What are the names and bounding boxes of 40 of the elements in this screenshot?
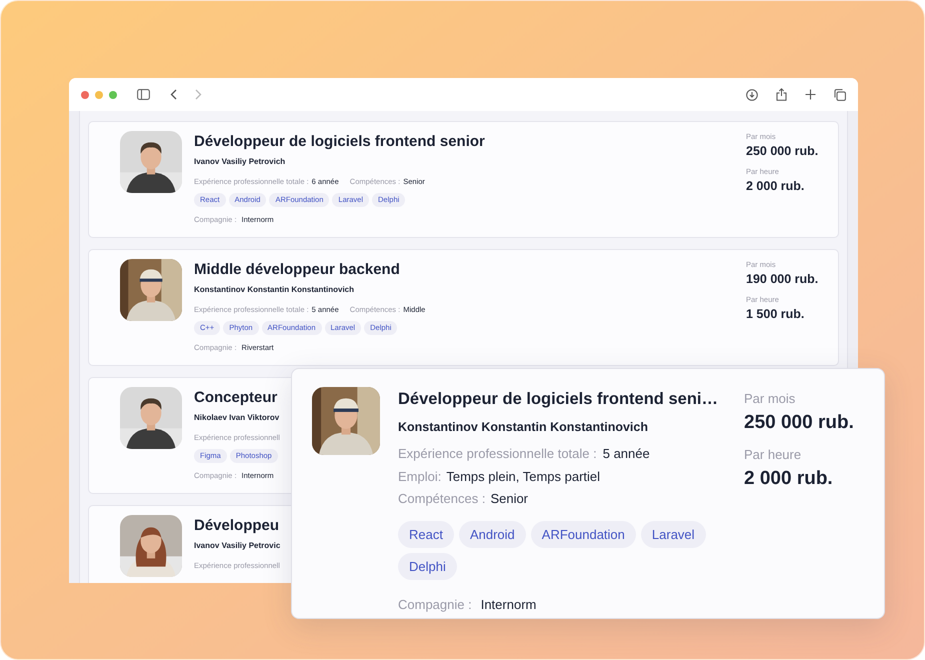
price-value: 190 000 rub.	[746, 271, 820, 288]
candidate-name: Ivanov Vasiliy Petrovich	[194, 156, 286, 168]
candidate-name: Konstantinov Konstantin Konstantinovich	[398, 418, 648, 436]
field-label: Compagnie :	[398, 596, 472, 614]
field-label: Compétences :	[398, 490, 486, 508]
price-label: Par mois	[744, 390, 796, 408]
share-icon[interactable]	[776, 88, 787, 101]
job-title: Développeu	[194, 517, 280, 536]
tabs-icon[interactable]	[834, 88, 846, 100]
price-value: 1 500 rub.	[746, 306, 806, 324]
price-value: 2 000 rub.	[746, 178, 806, 196]
skill-tag: Delphi	[398, 552, 457, 580]
candidate-name: Konstantinov Konstantin Konstantinovich	[194, 284, 354, 296]
plus-icon[interactable]	[805, 89, 816, 100]
price-value: 2 000 rub.	[744, 466, 834, 490]
download-icon[interactable]	[746, 88, 758, 100]
job-title: Middle développeur backend	[194, 261, 400, 280]
job-title: Développeur de logiciels frontend senior	[194, 133, 485, 152]
skill-tag: Laravel	[640, 520, 706, 548]
profile-card[interactable]	[88, 249, 839, 366]
back-icon[interactable]	[170, 89, 177, 100]
price-value: 250 000 rub.	[746, 143, 820, 160]
job-title: Développeur de logiciels frontend seni…	[398, 389, 718, 410]
candidate-name: Ivanov Vasiliy Petrovic	[194, 540, 280, 552]
profile-card[interactable]	[88, 121, 839, 238]
price-value: 250 000 rub.	[744, 410, 855, 434]
price-label: Par heure	[744, 446, 802, 464]
job-title: Concepteur	[194, 389, 278, 408]
field-label: Expérience professionnelle totale :	[398, 445, 597, 464]
skill-tag: React	[398, 520, 454, 548]
candidate-name: Nikolaev Ivan Viktorov	[194, 412, 280, 424]
field-value: Temps plein, Temps partiel	[446, 468, 600, 486]
field-value: 5 année	[602, 445, 650, 464]
profile-preview-tooltip[interactable]	[291, 368, 885, 619]
skill-tag: ARFoundation	[530, 520, 636, 548]
skill-tag: Android	[458, 520, 526, 548]
field-label: Emploi:	[398, 468, 442, 486]
field-value: Internorm	[480, 596, 536, 614]
sidebar-icon[interactable]	[137, 89, 150, 100]
field-value: Senior	[490, 490, 528, 508]
